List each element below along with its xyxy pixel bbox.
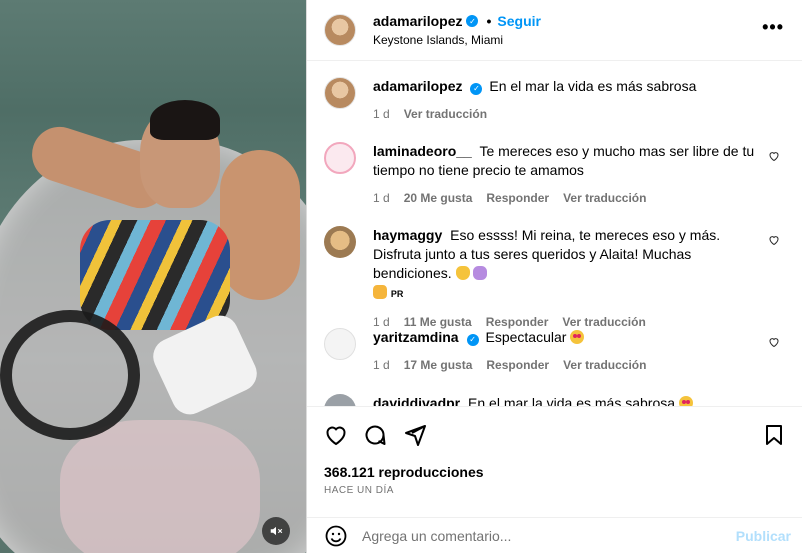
emoji-picker-icon[interactable] bbox=[324, 524, 348, 548]
see-translation-button[interactable]: Ver traducción bbox=[404, 105, 487, 124]
follow-button[interactable]: Seguir bbox=[497, 13, 541, 29]
view-count[interactable]: 368.121 reproducciones bbox=[324, 464, 484, 480]
verified-badge-icon: ✓ bbox=[466, 15, 479, 27]
post-side-panel: adamarilopez ✓ • Seguir Keystone Islands… bbox=[306, 0, 802, 553]
list-item: haymaggy Eso essss! Mi reina, te mereces… bbox=[324, 226, 786, 332]
verified-badge-icon: ✓ bbox=[470, 82, 483, 95]
clapping-hands-icon bbox=[455, 266, 470, 280]
comment-username[interactable]: daviddivadpr bbox=[373, 395, 460, 406]
rope bbox=[0, 310, 140, 440]
comments-list: adamarilopez ✓ En el mar la vida es más s… bbox=[307, 62, 802, 406]
see-translation-button[interactable]: Ver traducción bbox=[563, 356, 646, 375]
author-username[interactable]: adamarilopez bbox=[373, 13, 462, 29]
comment-text: En el mar la vida es más sabrosa bbox=[489, 78, 697, 94]
like-heart-icon[interactable] bbox=[768, 150, 780, 162]
see-translation-button[interactable]: Ver traducción bbox=[563, 189, 646, 208]
post-actions: 368.121 reproducciones HACE UN DÍA bbox=[307, 406, 802, 521]
more-options-icon[interactable]: ••• bbox=[762, 18, 784, 36]
comment-text: Espectacular bbox=[485, 329, 567, 345]
separator-dot: • bbox=[486, 13, 492, 29]
post-timestamp[interactable]: HACE UN DÍA bbox=[324, 485, 394, 496]
save-bookmark-icon[interactable] bbox=[762, 423, 786, 447]
speaker-muted-icon bbox=[270, 526, 283, 536]
comment-likes[interactable]: 20 Me gusta bbox=[404, 189, 473, 208]
comment-text-suffix: PR bbox=[390, 289, 404, 299]
caption: adamarilopez ✓ En el mar la vida es más s… bbox=[324, 77, 786, 124]
like-heart-icon[interactable] bbox=[768, 234, 780, 246]
avatar[interactable] bbox=[324, 394, 356, 406]
avatar[interactable] bbox=[324, 77, 356, 109]
avatar[interactable] bbox=[324, 328, 356, 360]
thumbs-up-icon bbox=[373, 285, 387, 299]
post-header: adamarilopez ✓ • Seguir Keystone Islands… bbox=[307, 0, 802, 61]
post-comment-button[interactable]: Publicar bbox=[736, 528, 791, 544]
comment-composer: Publicar bbox=[307, 517, 802, 553]
mute-button[interactable] bbox=[262, 517, 290, 545]
heart-eyes-icon bbox=[570, 330, 585, 344]
reply-button[interactable]: Responder bbox=[486, 189, 549, 208]
like-heart-icon[interactable] bbox=[768, 336, 780, 348]
post-location[interactable]: Keystone Islands, Miami bbox=[373, 33, 541, 47]
comment-icon[interactable] bbox=[363, 423, 387, 447]
praying-hands-icon bbox=[473, 266, 488, 280]
reply-button[interactable]: Responder bbox=[486, 356, 549, 375]
like-heart-icon[interactable] bbox=[324, 423, 348, 447]
verified-badge-icon: ✓ bbox=[466, 333, 479, 346]
comment-username[interactable]: haymaggy bbox=[373, 227, 442, 243]
comment-time[interactable]: 1 d bbox=[373, 356, 390, 375]
comment-username[interactable]: laminadeoro__ bbox=[373, 143, 472, 159]
video-subject-swimsuit bbox=[80, 220, 230, 330]
list-item: daviddivadpr En el mar la vida es más sa… bbox=[324, 394, 786, 406]
comment-text: En el mar la vida es más sabrosa bbox=[468, 395, 676, 406]
avatar[interactable] bbox=[324, 14, 356, 46]
list-item: laminadeoro__ Te mereces eso y mucho mas… bbox=[324, 142, 786, 208]
comment-username[interactable]: yaritzamdina bbox=[373, 329, 459, 345]
avatar[interactable] bbox=[324, 142, 356, 174]
avatar[interactable] bbox=[324, 226, 356, 258]
video-subject-arm bbox=[220, 150, 300, 300]
post-video[interactable] bbox=[0, 0, 306, 553]
inflatable-float-lower bbox=[60, 420, 260, 553]
comment-time[interactable]: 1 d bbox=[373, 105, 390, 124]
list-item: yaritzamdina ✓ Espectacular 1 d 17 Me gus… bbox=[324, 328, 786, 375]
comment-time[interactable]: 1 d bbox=[373, 189, 390, 208]
share-icon[interactable] bbox=[403, 423, 427, 447]
heart-eyes-icon bbox=[678, 396, 693, 406]
comment-likes[interactable]: 17 Me gusta bbox=[404, 356, 473, 375]
comment-username[interactable]: adamarilopez bbox=[373, 78, 462, 94]
comment-input[interactable] bbox=[362, 527, 722, 544]
post-modal: adamarilopez ✓ • Seguir Keystone Islands… bbox=[0, 0, 802, 553]
video-subject-hair bbox=[150, 100, 220, 140]
